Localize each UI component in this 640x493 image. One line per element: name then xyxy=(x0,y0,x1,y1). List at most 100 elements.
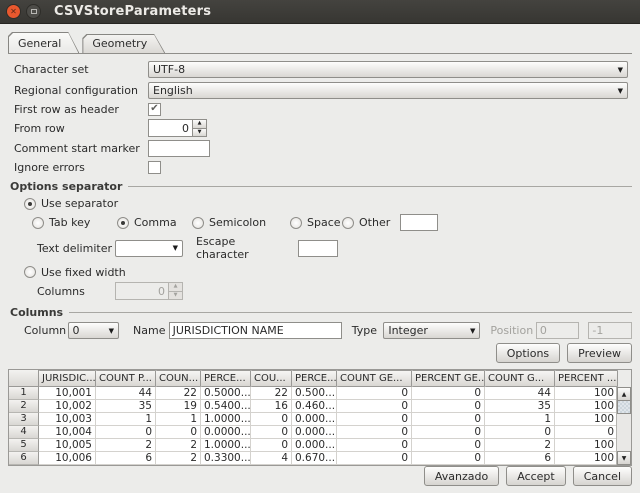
column-header[interactable]: COU... xyxy=(251,370,292,387)
table-row[interactable]: 510,005221.0000...00.000...002100 xyxy=(9,439,631,452)
column-header[interactable]: PERCE... xyxy=(201,370,251,387)
cancel-button[interactable]: Cancel xyxy=(573,466,632,486)
table-cell[interactable]: 1 xyxy=(96,413,156,426)
scroll-up-icon[interactable]: ▲ xyxy=(617,387,631,401)
comma-radio[interactable]: Comma xyxy=(117,216,192,229)
row-header[interactable]: 5 xyxy=(9,439,39,452)
text-delimiter-select[interactable]: ▼ xyxy=(115,240,183,257)
table-cell[interactable]: 0.3300... xyxy=(201,452,251,465)
scroll-down-icon[interactable]: ▼ xyxy=(617,451,631,465)
tab-geometry[interactable]: Geometry xyxy=(82,34,165,53)
avanzado-button[interactable]: Avanzado xyxy=(424,466,499,486)
row-header[interactable]: 3 xyxy=(9,413,39,426)
table-cell[interactable]: 2 xyxy=(96,439,156,452)
table-cell[interactable]: 10,004 xyxy=(39,426,96,439)
character-set-select[interactable]: UTF-8 ▼ xyxy=(148,61,628,78)
table-cell[interactable]: 10,005 xyxy=(39,439,96,452)
table-cell[interactable]: 0 xyxy=(337,387,412,400)
table-cell[interactable]: 0.5000... xyxy=(201,387,251,400)
comment-start-marker-input[interactable] xyxy=(148,140,210,157)
spin-up-icon[interactable]: ▲ xyxy=(192,119,207,129)
table-cell[interactable]: 100 xyxy=(555,452,618,465)
table-cell[interactable]: 16 xyxy=(251,400,292,413)
table-cell[interactable]: 2 xyxy=(156,452,201,465)
table-cell[interactable]: 0.670... xyxy=(292,452,337,465)
table-cell[interactable]: 44 xyxy=(485,387,555,400)
regional-configuration-select[interactable]: English ▼ xyxy=(148,82,628,99)
table-cell[interactable]: 0 xyxy=(412,387,485,400)
table-cell[interactable]: 0 xyxy=(337,452,412,465)
table-cell[interactable]: 1 xyxy=(485,413,555,426)
restore-button[interactable] xyxy=(26,4,41,19)
table-cell[interactable]: 100 xyxy=(555,439,618,452)
table-cell[interactable]: 1.0000... xyxy=(201,439,251,452)
vertical-scrollbar[interactable]: ▲ ▼ xyxy=(616,387,631,465)
from-row-input[interactable]: 0 xyxy=(148,119,192,137)
table-cell[interactable]: 1.0000... xyxy=(201,413,251,426)
table-cell[interactable]: 35 xyxy=(96,400,156,413)
table-row[interactable]: 210,00235190.5400...160.460...0035100 xyxy=(9,400,631,413)
table-cell[interactable]: 0 xyxy=(251,426,292,439)
column-header[interactable]: PERCE... xyxy=(292,370,337,387)
table-row[interactable]: 310,003111.0000...00.000...001100 xyxy=(9,413,631,426)
name-input[interactable]: JURISDICTION NAME xyxy=(169,322,342,339)
table-cell[interactable]: 0 xyxy=(96,426,156,439)
from-row-spinner[interactable]: 0 ▲ ▼ xyxy=(148,119,207,137)
table-cell[interactable]: 6 xyxy=(485,452,555,465)
column-header[interactable]: PERCENT ... xyxy=(555,370,618,387)
table-cell[interactable]: 0 xyxy=(251,439,292,452)
table-cell[interactable]: 19 xyxy=(156,400,201,413)
table-row[interactable]: 110,00144220.5000...220.500...0044100 xyxy=(9,387,631,400)
table-cell[interactable]: 0 xyxy=(412,452,485,465)
table-cell[interactable]: 0 xyxy=(485,426,555,439)
table-cell[interactable]: 0 xyxy=(251,413,292,426)
table-cell[interactable]: 0.5400... xyxy=(201,400,251,413)
options-button[interactable]: Options xyxy=(496,343,560,363)
table-cell[interactable]: 0.460... xyxy=(292,400,337,413)
scrollbar-thumb[interactable] xyxy=(617,401,631,414)
table-cell[interactable]: 22 xyxy=(156,387,201,400)
column-select[interactable]: 0 ▼ xyxy=(68,322,120,339)
table-cell[interactable]: 0 xyxy=(412,439,485,452)
table-cell[interactable]: 10,001 xyxy=(39,387,96,400)
table-cell[interactable]: 0.000... xyxy=(292,426,337,439)
row-header[interactable]: 1 xyxy=(9,387,39,400)
table-cell[interactable]: 0 xyxy=(337,400,412,413)
preview-button[interactable]: Preview xyxy=(567,343,632,363)
row-header[interactable]: 4 xyxy=(9,426,39,439)
table-cell[interactable]: 0 xyxy=(337,439,412,452)
table-cell[interactable]: 100 xyxy=(555,387,618,400)
table-row[interactable]: 610,006620.3300...40.670...006100 xyxy=(9,452,631,465)
column-header[interactable]: COUNT GE... xyxy=(337,370,412,387)
close-button[interactable]: ✕ xyxy=(6,4,21,19)
table-cell[interactable]: 0 xyxy=(412,400,485,413)
table-cell[interactable]: 0 xyxy=(412,413,485,426)
column-header[interactable]: COUNT G... xyxy=(485,370,555,387)
table-cell[interactable]: 0 xyxy=(156,426,201,439)
space-radio[interactable]: Space xyxy=(290,216,342,229)
table-cell[interactable]: 0 xyxy=(412,426,485,439)
semicolon-radio[interactable]: Semicolon xyxy=(192,216,290,229)
table-cell[interactable]: 0 xyxy=(337,426,412,439)
table-cell[interactable]: 0.0000... xyxy=(201,426,251,439)
escape-character-input[interactable] xyxy=(298,240,338,257)
table-cell[interactable]: 0.000... xyxy=(292,413,337,426)
table-cell[interactable]: 0 xyxy=(555,426,618,439)
table-cell[interactable]: 100 xyxy=(555,413,618,426)
type-select[interactable]: Integer ▼ xyxy=(383,322,480,339)
accept-button[interactable]: Accept xyxy=(506,466,566,486)
titlebar[interactable]: ✕ CSVStoreParameters xyxy=(0,0,640,24)
tab-general[interactable]: General xyxy=(8,32,79,53)
column-header[interactable]: JURISDIC... xyxy=(39,370,96,387)
table-cell[interactable]: 10,006 xyxy=(39,452,96,465)
table-cell[interactable]: 2 xyxy=(485,439,555,452)
table-cell[interactable]: 6 xyxy=(96,452,156,465)
column-header[interactable]: COUNT P... xyxy=(96,370,156,387)
spin-down-icon[interactable]: ▼ xyxy=(192,129,207,138)
table-row[interactable]: 410,004000.0000...00.000...0000 xyxy=(9,426,631,439)
ignore-errors-checkbox[interactable]: ✔ xyxy=(148,161,161,174)
row-header[interactable]: 2 xyxy=(9,400,39,413)
table-cell[interactable]: 1 xyxy=(156,413,201,426)
column-header[interactable]: COUN... xyxy=(156,370,201,387)
column-header[interactable]: PERCENT GE... xyxy=(412,370,485,387)
